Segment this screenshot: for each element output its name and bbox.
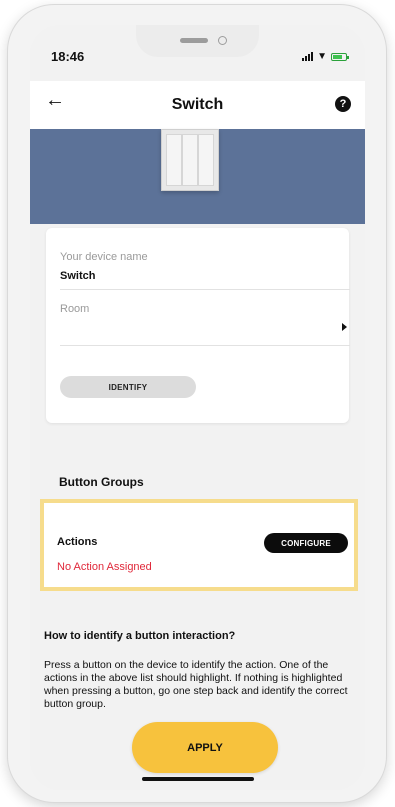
app-screen: 18:46 ▼ ← Switch ? Your device name Swit… — [30, 25, 365, 790]
status-icons: ▼ — [302, 51, 349, 62]
no-action-status: No Action Assigned — [57, 561, 152, 573]
configure-button[interactable]: CONFIGURE — [264, 533, 348, 553]
signal-icon — [302, 52, 314, 61]
home-indicator — [142, 777, 254, 781]
battery-icon — [331, 52, 349, 61]
apply-button[interactable]: APPLY — [132, 722, 278, 773]
chevron-right-icon[interactable] — [342, 323, 347, 331]
phone-notch — [136, 25, 259, 57]
help-heading: How to identify a button interaction? — [44, 630, 236, 642]
button-groups-title: Button Groups — [59, 475, 144, 489]
switch-rocker-left — [166, 134, 182, 186]
speaker-icon — [180, 38, 208, 43]
identify-button[interactable]: IDENTIFY — [60, 376, 196, 398]
actions-group: Actions CONFIGURE No Action Assigned — [40, 499, 358, 591]
actions-label: Actions — [57, 536, 98, 548]
device-settings-card: Your device name Switch Room IDENTIFY — [46, 228, 350, 423]
wifi-icon: ▼ — [317, 51, 327, 62]
room-label[interactable]: Room — [60, 303, 89, 315]
room-divider — [60, 345, 350, 346]
camera-icon — [218, 36, 227, 45]
device-hero — [30, 129, 365, 224]
switch-rocker-middle — [182, 134, 198, 186]
device-name-field[interactable]: Switch — [60, 270, 95, 282]
help-text: Press a button on the device to identify… — [44, 659, 348, 710]
app-header: ← Switch ? — [30, 81, 365, 129]
device-name-label: Your device name — [60, 251, 148, 263]
switch-rocker-right — [198, 134, 214, 186]
help-icon[interactable]: ? — [335, 96, 351, 112]
status-time: 18:46 — [51, 49, 85, 64]
switch-device-image — [161, 129, 219, 191]
name-divider — [60, 289, 350, 290]
phone-frame: 18:46 ▼ ← Switch ? Your device name Swit… — [8, 5, 386, 802]
page-title: Switch — [171, 96, 224, 113]
